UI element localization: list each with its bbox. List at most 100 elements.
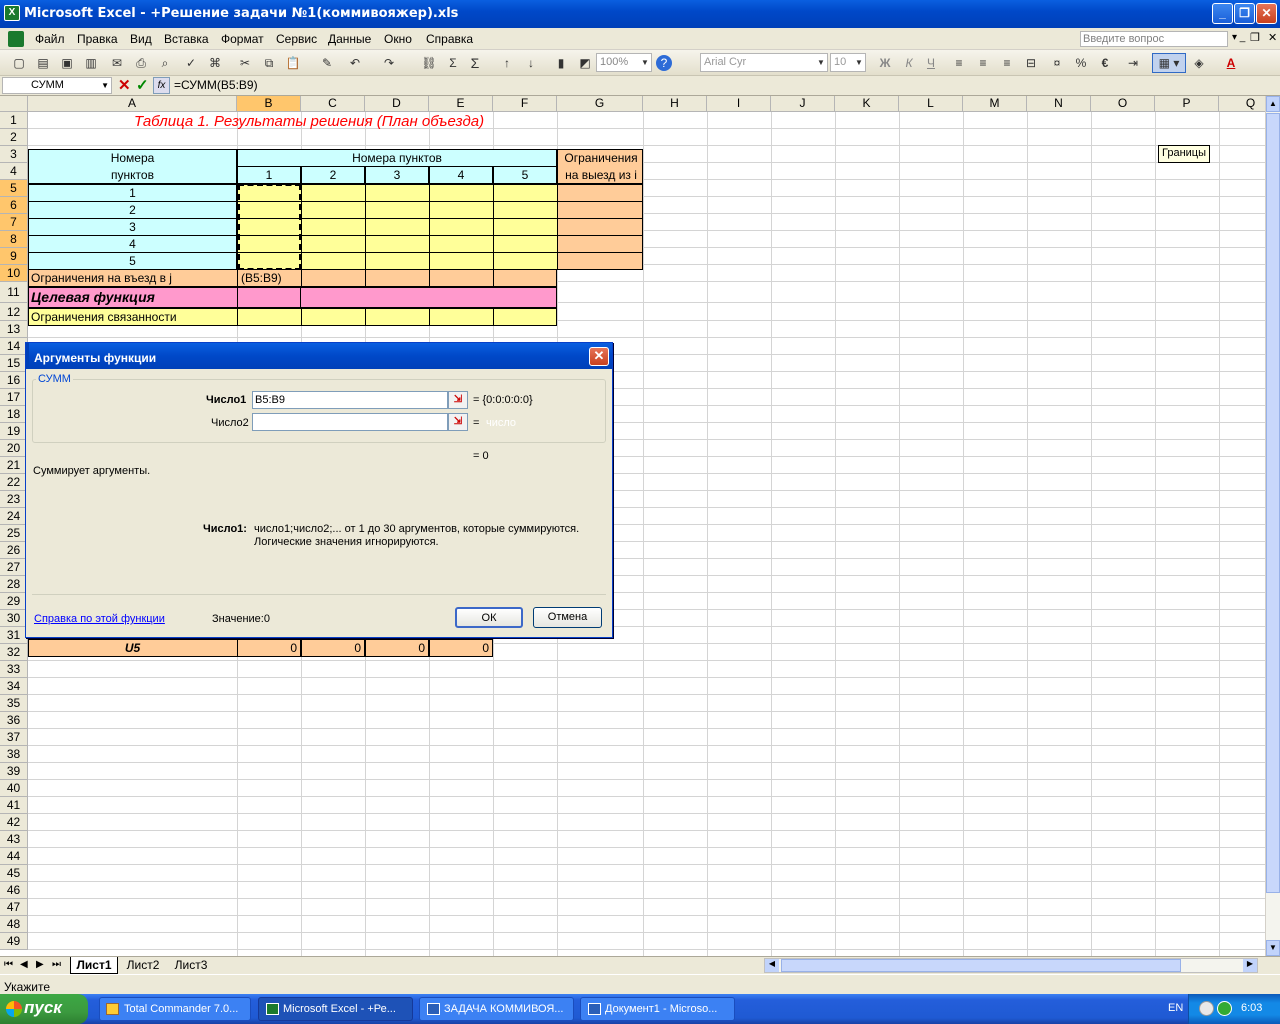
ok-button[interactable]: ОК	[455, 607, 523, 628]
row-header[interactable]: 17	[0, 389, 28, 406]
objective-value-cell[interactable]	[237, 287, 301, 308]
arg2-collapse-button[interactable]: ⇲	[448, 413, 468, 431]
row-header[interactable]: 19	[0, 423, 28, 440]
align-left-icon[interactable]: ≡	[950, 54, 968, 72]
doc-restore-icon[interactable]: ❐	[1250, 31, 1260, 44]
fill-color-icon[interactable]: ◈	[1190, 54, 1208, 72]
editing-ref-cell[interactable]: (B5:B9)	[241, 270, 282, 287]
tab-prev-icon[interactable]: ◀	[20, 959, 28, 970]
plan-cell[interactable]	[429, 184, 494, 202]
row-header[interactable]: 8	[0, 231, 28, 248]
row-header[interactable]: 45	[0, 865, 28, 882]
insert-function-icon[interactable]: fx	[153, 77, 170, 94]
italic-icon[interactable]: К	[900, 54, 918, 72]
header-point-numbers[interactable]: Номера пунктов	[237, 149, 557, 167]
row-header[interactable]: 36	[0, 712, 28, 729]
document-icon[interactable]	[8, 31, 24, 47]
tab-sheet2[interactable]: Лист2	[120, 958, 166, 974]
plan-cell[interactable]	[301, 184, 366, 202]
tray-icon-1[interactable]	[1199, 1001, 1214, 1016]
plan-cell[interactable]	[429, 235, 494, 253]
limit-out-cell[interactable]	[557, 218, 643, 236]
row-header[interactable]: 21	[0, 457, 28, 474]
hscroll-thumb[interactable]	[781, 959, 1181, 972]
font-combo[interactable]: Arial Cyr ▼	[700, 53, 828, 72]
email-icon[interactable]: ✉	[108, 54, 126, 72]
plan-cell[interactable]	[301, 201, 366, 219]
row-connectivity-label[interactable]: Ограничения связанности	[31, 309, 177, 326]
name-box[interactable]: СУММ ▼	[2, 77, 112, 94]
plan-cell[interactable]	[493, 235, 558, 253]
row-header[interactable]: 15	[0, 355, 28, 372]
dialog-close-button[interactable]: ✕	[589, 347, 609, 366]
col-header-k[interactable]: K	[835, 96, 899, 112]
row-header[interactable]: 9	[0, 248, 28, 265]
row-u5-label[interactable]: U5	[28, 640, 237, 657]
paste-icon[interactable]: 📋	[284, 54, 302, 72]
row-header[interactable]: 4	[0, 163, 28, 180]
menu-format[interactable]: Формат	[221, 32, 264, 46]
row-header[interactable]: 22	[0, 474, 28, 491]
col-header-n[interactable]: N	[1027, 96, 1091, 112]
col-header-d[interactable]: D	[365, 96, 429, 112]
col-header-a[interactable]: A	[28, 96, 237, 112]
scroll-thumb[interactable]	[1266, 113, 1280, 893]
help-link[interactable]: Справка по этой функции	[34, 613, 165, 625]
task-word-doc1[interactable]: Документ1 - Microso...	[580, 997, 735, 1021]
row-header[interactable]: 28	[0, 576, 28, 593]
plan-cell[interactable]	[365, 235, 430, 253]
row-header[interactable]: 23	[0, 491, 28, 508]
row-header[interactable]: 7	[0, 214, 28, 231]
formula-input[interactable]: =СУММ(B5:B9)	[174, 78, 258, 92]
align-center-icon[interactable]: ≡	[974, 54, 992, 72]
tab-first-icon[interactable]: ⏮	[4, 959, 13, 970]
plan-cell[interactable]	[429, 218, 494, 236]
redo-icon[interactable]: ↷	[380, 54, 398, 72]
new-icon[interactable]: ▢	[10, 54, 28, 72]
help-icon[interactable]: ?	[656, 55, 672, 71]
limit-out-cell[interactable]	[557, 252, 643, 270]
point-number-row[interactable]: 5	[28, 252, 237, 270]
col-header-i[interactable]: I	[707, 96, 771, 112]
row-limits-in-label[interactable]: Ограничения на въезд в j	[31, 270, 172, 287]
point-number-col[interactable]: 1	[237, 166, 301, 184]
row-header[interactable]: 39	[0, 763, 28, 780]
point-number-row[interactable]: 2	[28, 201, 237, 219]
u5-value-cell[interactable]: 0	[429, 639, 493, 657]
col-header-c[interactable]: C	[301, 96, 365, 112]
row-header[interactable]: 1	[0, 112, 28, 129]
row-header[interactable]: 42	[0, 814, 28, 831]
row-header[interactable]: 20	[0, 440, 28, 457]
col-header-m[interactable]: M	[963, 96, 1027, 112]
research-icon[interactable]: ⌘	[206, 54, 224, 72]
select-all-corner[interactable]	[0, 96, 28, 112]
row-header[interactable]: 47	[0, 899, 28, 916]
permission-icon[interactable]: ▥	[82, 54, 100, 72]
menu-edit[interactable]: Правка	[77, 32, 118, 46]
row-header[interactable]: 37	[0, 729, 28, 746]
point-number-col[interactable]: 4	[429, 166, 493, 184]
language-indicator[interactable]: EN	[1168, 1002, 1183, 1014]
point-number-col[interactable]: 3	[365, 166, 429, 184]
excel-app-icon[interactable]: X	[4, 5, 20, 21]
tab-sheet3[interactable]: Лист3	[168, 958, 214, 974]
row-header[interactable]: 43	[0, 831, 28, 848]
row-header[interactable]: 30	[0, 610, 28, 627]
plan-cell[interactable]	[365, 201, 430, 219]
plan-cell[interactable]	[365, 184, 430, 202]
spelling-icon[interactable]: ✓	[182, 54, 200, 72]
col-header-j[interactable]: J	[771, 96, 835, 112]
dialog-title[interactable]: Аргументы функции	[26, 343, 612, 369]
limit-out-cell[interactable]	[557, 235, 643, 253]
sort-desc-icon[interactable]: ↓	[522, 54, 540, 72]
menu-insert[interactable]: Вставка	[164, 32, 209, 46]
plan-cell[interactable]	[301, 218, 366, 236]
plan-cell[interactable]	[301, 235, 366, 253]
row-header[interactable]: 40	[0, 780, 28, 797]
col-header-o[interactable]: O	[1091, 96, 1155, 112]
tab-sheet1[interactable]: Лист1	[70, 957, 118, 974]
col-header-l[interactable]: L	[899, 96, 963, 112]
vertical-scrollbar[interactable]: ▲ ▼	[1265, 96, 1280, 956]
point-number-row[interactable]: 1	[28, 184, 237, 202]
arg1-collapse-button[interactable]: ⇲	[448, 391, 468, 409]
